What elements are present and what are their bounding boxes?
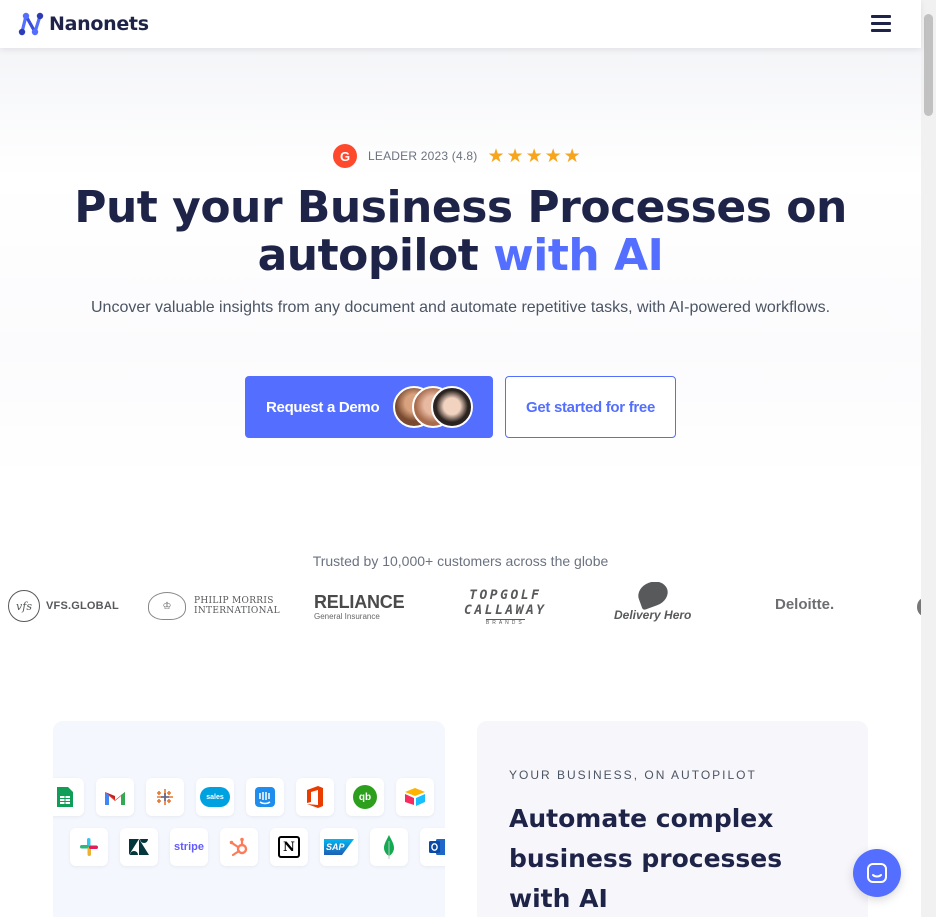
- chat-icon: [867, 863, 887, 883]
- hero-title-accent: with AI: [493, 230, 664, 281]
- top-nav: Nanonets: [0, 0, 921, 48]
- tableau-icon: [146, 778, 184, 816]
- feature-card: YOUR BUSINESS, ON AUTOPILOT Automate com…: [477, 721, 868, 917]
- zendesk-icon: [120, 828, 158, 866]
- salesforce-icon: sales: [196, 778, 234, 816]
- star-icon: ★: [563, 144, 581, 167]
- hubspot-icon: [220, 828, 258, 866]
- office-icon: [296, 778, 334, 816]
- badge-text: LEADER 2023 (4.8): [368, 149, 478, 163]
- trusted-by-text: Trusted by 10,000+ customers across the …: [312, 553, 609, 569]
- sap-icon: SAP: [320, 828, 358, 866]
- delivery-hero-icon: [634, 582, 671, 611]
- hero-title-line1: Put your Business Processes on: [74, 182, 847, 233]
- partial-logo: [917, 598, 921, 616]
- hamburger-menu-icon[interactable]: [871, 15, 891, 32]
- request-demo-label: Request a Demo: [266, 398, 380, 416]
- pmi-crest-icon: ♔: [148, 592, 186, 620]
- brand-name: Nanonets: [49, 13, 149, 35]
- topgolf-callaway-logo: TOPGOLF CALLAWAY BRANDS: [464, 588, 547, 626]
- philip-morris-logo: ♔ PHILIP MORRIS INTERNATIONAL: [148, 592, 280, 620]
- star-icon: ★: [525, 144, 543, 167]
- feature-title: Automate complex business processes with…: [509, 804, 783, 913]
- nanonets-logo-icon: [18, 12, 44, 36]
- outlook-icon: [420, 828, 445, 866]
- integrations-card: sales qb stripe N SAP: [53, 721, 445, 917]
- deloitte-logo: Deloitte.: [775, 596, 835, 613]
- get-started-free-label: Get started for free: [525, 398, 656, 416]
- hero-subtitle: Uncover valuable insights from any docum…: [90, 299, 831, 316]
- request-demo-button[interactable]: Request a Demo: [245, 376, 493, 438]
- feature-eyebrow: YOUR BUSINESS, ON AUTOPILOT: [509, 768, 757, 782]
- scrollbar-thumb[interactable]: [924, 14, 933, 116]
- stripe-icon: stripe: [170, 828, 208, 866]
- avatar: [431, 386, 473, 428]
- vfs-global-logo: vfs VFS.GLOBAL: [8, 590, 119, 622]
- star-icon: ★: [544, 144, 562, 167]
- notion-icon: N: [270, 828, 308, 866]
- nanonets-logo[interactable]: Nanonets: [17, 10, 149, 38]
- vfs-mark: vfs: [8, 590, 40, 622]
- star-icon: ★: [487, 144, 505, 167]
- get-started-free-button[interactable]: Get started for free: [505, 376, 676, 438]
- google-sheets-icon: [53, 778, 84, 816]
- team-avatars: [393, 386, 473, 428]
- page-scrollbar[interactable]: [921, 0, 936, 917]
- star-icon: ★: [506, 144, 524, 167]
- hero-title: Put your Business Processes on autopilot…: [60, 184, 861, 280]
- rating-stars: ★ ★ ★ ★ ★: [487, 144, 581, 167]
- airtable-icon: [396, 778, 434, 816]
- quickbooks-icon: qb: [346, 778, 384, 816]
- mongodb-icon: [370, 828, 408, 866]
- g2-leader-badge: G LEADER 2023 (4.8) ★ ★ ★ ★ ★: [333, 143, 581, 169]
- slack-icon: [70, 828, 108, 866]
- hero-title-line2: autopilot: [257, 230, 494, 281]
- reliance-logo: RELIANCE General Insurance: [314, 592, 405, 621]
- delivery-hero-logo: Delivery Hero: [614, 582, 691, 622]
- gmail-icon: [96, 778, 134, 816]
- intercom-icon: [246, 778, 284, 816]
- g2-logo-icon: G: [333, 144, 357, 168]
- customer-logos-strip: vfs VFS.GLOBAL ♔ PHILIP MORRIS INTERNATI…: [0, 582, 921, 630]
- chat-launcher-button[interactable]: [853, 849, 901, 897]
